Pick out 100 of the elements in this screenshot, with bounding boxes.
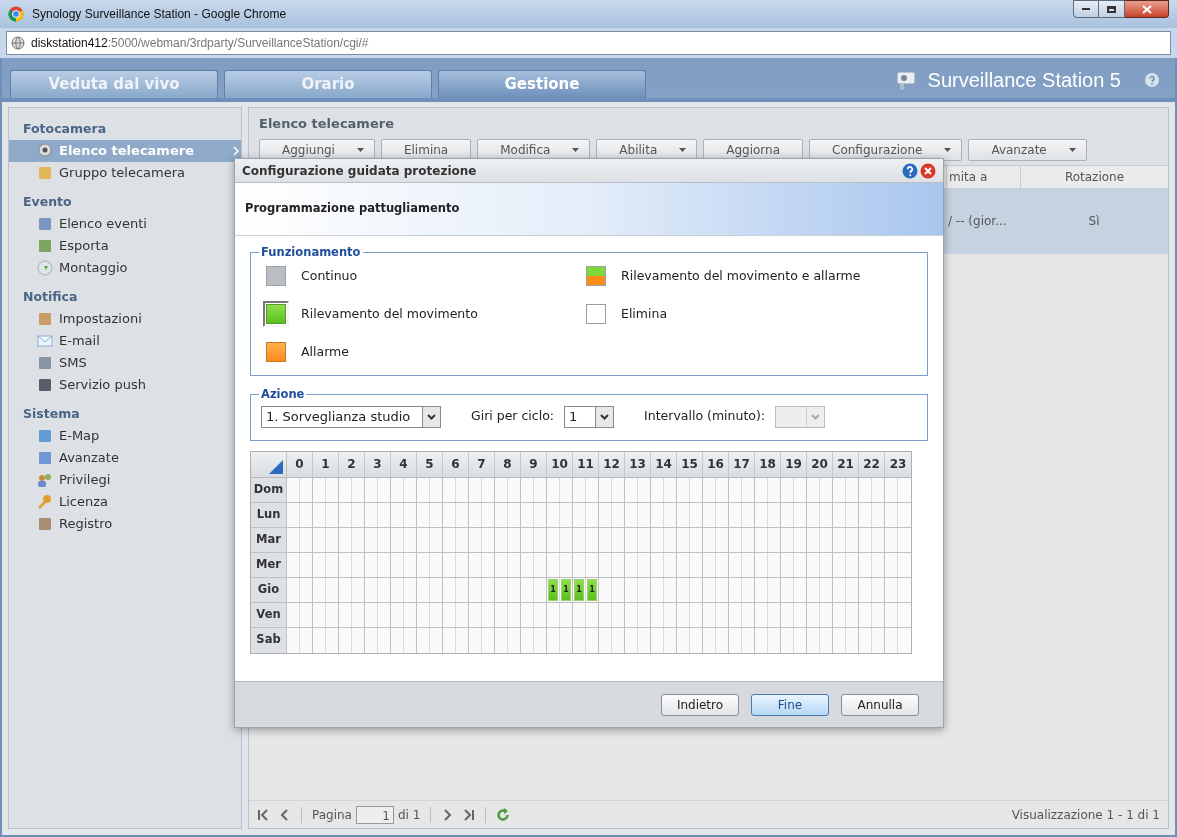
schedule-cell[interactable] <box>599 477 612 502</box>
schedule-cell[interactable] <box>716 627 729 653</box>
day-header[interactable]: Mar <box>251 527 287 552</box>
schedule-cell[interactable] <box>547 627 560 653</box>
schedule-cell[interactable] <box>352 477 365 502</box>
schedule-cell[interactable] <box>599 502 612 527</box>
hour-header[interactable]: 23 <box>885 451 911 477</box>
schedule-cell[interactable] <box>547 602 560 627</box>
schedule-cell[interactable] <box>495 627 508 653</box>
maximize-button[interactable] <box>1099 0 1125 18</box>
schedule-cell[interactable] <box>690 627 703 653</box>
schedule-cell[interactable] <box>781 627 794 653</box>
close-button[interactable] <box>1125 0 1169 18</box>
schedule-cell[interactable] <box>859 552 872 577</box>
schedule-cell[interactable] <box>677 527 690 552</box>
schedule-cell[interactable] <box>573 552 586 577</box>
schedule-cell[interactable] <box>365 502 378 527</box>
schedule-cell[interactable] <box>573 602 586 627</box>
schedule-cell[interactable] <box>820 577 833 602</box>
schedule-cell[interactable] <box>729 627 742 653</box>
hour-header[interactable]: 19 <box>781 451 807 477</box>
sidebar-item[interactable]: SMS <box>9 352 241 374</box>
schedule-cell[interactable] <box>638 502 651 527</box>
schedule-block[interactable]: 1 <box>561 578 571 601</box>
hour-header[interactable]: 13 <box>625 451 651 477</box>
schedule-cell[interactable] <box>495 602 508 627</box>
schedule-cell[interactable] <box>677 477 690 502</box>
schedule-cell[interactable] <box>586 477 599 502</box>
schedule-cell[interactable] <box>612 502 625 527</box>
schedule-cell[interactable] <box>521 602 534 627</box>
schedule-cell[interactable] <box>716 552 729 577</box>
preset-select[interactable]: 1. Sorveglianza studio <box>261 405 441 428</box>
hour-header[interactable]: 15 <box>677 451 703 477</box>
schedule-cell[interactable] <box>690 527 703 552</box>
sidebar-item[interactable]: Privilegi <box>9 469 241 491</box>
schedule-cell[interactable] <box>534 577 547 602</box>
schedule-cell[interactable] <box>508 502 521 527</box>
schedule-cell[interactable] <box>885 602 898 627</box>
schedule-cell[interactable] <box>495 477 508 502</box>
schedule-cell[interactable] <box>417 602 430 627</box>
schedule-cell[interactable] <box>599 552 612 577</box>
schedule-cell[interactable] <box>521 502 534 527</box>
schedule-cell[interactable] <box>547 477 560 502</box>
schedule-cell[interactable] <box>755 552 768 577</box>
column-header[interactable]: Rotazione <box>1020 165 1168 188</box>
schedule-cell[interactable] <box>443 477 456 502</box>
schedule-cell[interactable] <box>690 502 703 527</box>
schedule-cell[interactable] <box>638 602 651 627</box>
schedule-cell[interactable] <box>586 502 599 527</box>
schedule-cell[interactable] <box>833 627 846 653</box>
hour-header[interactable]: 1 <box>313 451 339 477</box>
schedule-cell[interactable] <box>898 577 911 602</box>
schedule-cell[interactable] <box>781 527 794 552</box>
schedule-cell[interactable] <box>833 552 846 577</box>
schedule-cell[interactable] <box>872 502 885 527</box>
schedule-cell[interactable] <box>313 477 326 502</box>
schedule-cell[interactable] <box>430 627 443 653</box>
day-header[interactable]: Sab <box>251 627 287 653</box>
schedule-cell[interactable] <box>404 552 417 577</box>
hour-header[interactable]: 7 <box>469 451 495 477</box>
schedule-cell[interactable] <box>404 577 417 602</box>
hour-header[interactable]: 12 <box>599 451 625 477</box>
schedule-cell[interactable] <box>859 502 872 527</box>
schedule-cell[interactable] <box>495 527 508 552</box>
schedule-cell[interactable] <box>755 477 768 502</box>
schedule-cell[interactable] <box>742 552 755 577</box>
schedule-cell[interactable] <box>625 577 638 602</box>
schedule-cell[interactable] <box>339 552 352 577</box>
schedule-cell[interactable] <box>807 552 820 577</box>
address-field[interactable]: diskstation412:5000/webman/3rdparty/SurveillanceStation/cgi/# <box>6 31 1171 55</box>
schedule-cell[interactable] <box>560 627 573 653</box>
schedule-cell[interactable] <box>625 502 638 527</box>
sidebar-item[interactable]: Avanzate <box>9 447 241 469</box>
schedule-cell[interactable] <box>521 552 534 577</box>
sidebar-item[interactable]: E-mail <box>9 330 241 352</box>
schedule-cell[interactable] <box>339 477 352 502</box>
schedule-cell[interactable] <box>898 502 911 527</box>
schedule-cell[interactable] <box>898 627 911 653</box>
schedule-cell[interactable] <box>456 552 469 577</box>
schedule-cell[interactable] <box>430 552 443 577</box>
schedule-cell[interactable] <box>729 477 742 502</box>
schedule-cell[interactable] <box>638 527 651 552</box>
hour-header[interactable]: 0 <box>287 451 313 477</box>
schedule-cell[interactable] <box>807 477 820 502</box>
schedule-cell[interactable] <box>846 477 859 502</box>
schedule-cell[interactable] <box>716 502 729 527</box>
schedule-cell[interactable] <box>820 477 833 502</box>
schedule-cell[interactable] <box>469 577 482 602</box>
schedule-cell[interactable] <box>742 627 755 653</box>
sidebar-item[interactable]: Registro <box>9 513 241 535</box>
schedule-cell[interactable] <box>352 602 365 627</box>
schedule-cell[interactable] <box>651 627 664 653</box>
toolbar-button[interactable]: Aggiungi <box>259 138 375 161</box>
schedule-cell[interactable] <box>417 577 430 602</box>
schedule-cell[interactable] <box>690 477 703 502</box>
schedule-cell[interactable] <box>625 552 638 577</box>
schedule-cell[interactable] <box>651 552 664 577</box>
schedule-cell[interactable] <box>573 477 586 502</box>
schedule-cell[interactable] <box>716 527 729 552</box>
schedule-cell[interactable] <box>300 502 313 527</box>
